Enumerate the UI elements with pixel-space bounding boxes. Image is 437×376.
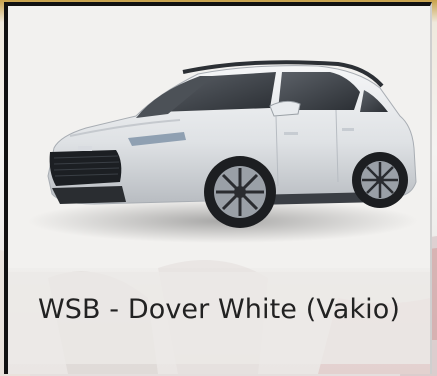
car-image	[8, 6, 430, 268]
color-option-card[interactable]: WSB - Dover White (Vakio)	[4, 2, 432, 374]
color-option-label: WSB - Dover White (Vakio)	[37, 294, 401, 325]
